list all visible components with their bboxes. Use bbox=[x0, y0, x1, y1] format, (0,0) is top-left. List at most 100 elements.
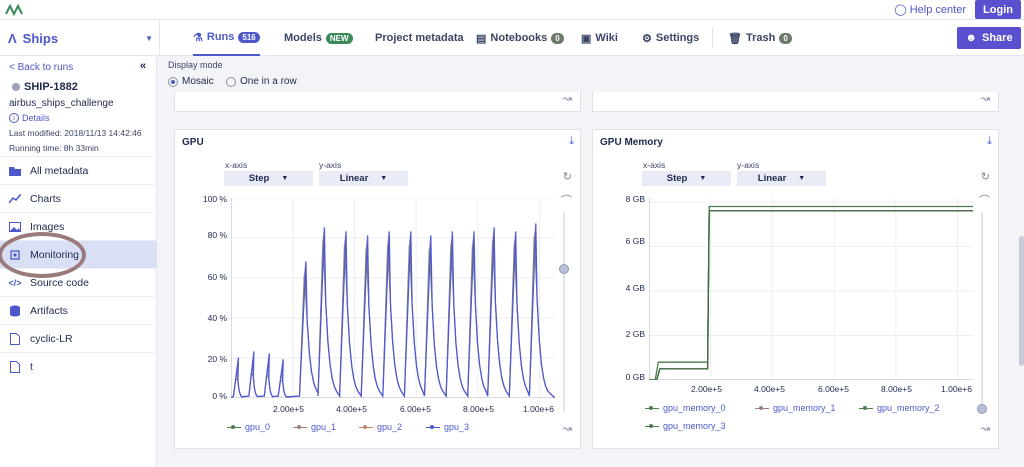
y-axis-value: Linear bbox=[757, 173, 787, 184]
sidebar-item-cyclic-lr[interactable]: cyclic-LR bbox=[0, 324, 157, 352]
y-axis-label: y-axis bbox=[319, 160, 342, 170]
x-tick: 2.00e+5 bbox=[691, 384, 722, 394]
sidebar-item-all-metadata[interactable]: All metadata bbox=[0, 156, 157, 184]
x-axis-value: Step bbox=[248, 173, 270, 184]
smoothing-slider-track[interactable] bbox=[981, 212, 983, 412]
legend-item-gpu-memory-1[interactable]: gpu_memory_1 bbox=[755, 403, 836, 413]
legend-item-gpu-2[interactable]: gpu_2 bbox=[359, 422, 402, 432]
x-tick: 6.00e+5 bbox=[818, 384, 849, 394]
gpu-chart-panel: GPU ⤓ x-axis y-axis Step ▼ Linear ▼ ↻ ⌒ ↝ … bbox=[174, 129, 581, 449]
legend-item-gpu-1[interactable]: gpu_1 bbox=[293, 422, 336, 432]
reset-zoom-icon[interactable]: ↻ bbox=[981, 170, 990, 183]
reset-zoom-icon[interactable]: ↻ bbox=[563, 170, 572, 183]
caret-down-icon: ▼ bbox=[798, 175, 806, 182]
gpu-memory-chart-panel: GPU Memory ⤓ x-axis y-axis Step ▼ Linear ▼… bbox=[592, 129, 999, 449]
sidebar-item-label: Source code bbox=[30, 276, 89, 289]
smoothing-slider-handle[interactable] bbox=[977, 404, 987, 414]
chart-zoom-icon[interactable]: ↝ bbox=[563, 422, 572, 435]
tab-settings[interactable]: ⚙ Settings bbox=[642, 20, 699, 56]
caret-down-icon: ▼ bbox=[380, 175, 388, 182]
tab-models[interactable]: Models NEW bbox=[284, 20, 353, 56]
tab-trash[interactable]: 🗑 Trash 0 bbox=[728, 20, 792, 56]
page-scrollbar[interactable] bbox=[1019, 236, 1024, 366]
tab-runs[interactable]: ⚗ Runs 516 bbox=[193, 20, 260, 56]
project-selector[interactable]: Λ Ships ▼ bbox=[0, 20, 160, 56]
gpu-memory-plot-area[interactable] bbox=[649, 198, 973, 380]
display-mode-mosaic[interactable]: Mosaic bbox=[168, 76, 214, 87]
tab-runs-label: Runs bbox=[206, 31, 235, 43]
tab-trash-label: Trash bbox=[745, 32, 776, 44]
sidebar-item-label: cyclic-LR bbox=[30, 332, 73, 345]
legend-item-gpu-0[interactable]: gpu_0 bbox=[227, 422, 270, 432]
legend-label: gpu_memory_3 bbox=[663, 421, 726, 431]
legend-item-gpu-memory-3[interactable]: gpu_memory_3 bbox=[645, 421, 726, 431]
series-line-gpu_3 bbox=[231, 223, 555, 398]
legend-item-gpu-memory-2[interactable]: gpu_memory_2 bbox=[859, 403, 940, 413]
run-id-label: SHIP-1882 bbox=[24, 81, 78, 93]
neptune-logo[interactable] bbox=[4, 2, 28, 18]
display-mode-one-in-a-row[interactable]: One in a row bbox=[226, 76, 297, 87]
legend-swatch bbox=[293, 424, 307, 429]
legend-swatch bbox=[859, 405, 873, 410]
smoothing-icon[interactable]: ⌒ bbox=[561, 192, 572, 208]
new-badge: NEW bbox=[325, 32, 353, 44]
chart-zoom-icon[interactable]: ↝ bbox=[563, 92, 572, 105]
x-tick: 2.00e+5 bbox=[273, 404, 304, 414]
y-tick: 0 % bbox=[212, 391, 227, 401]
series-line-gpu_2 bbox=[231, 227, 555, 398]
tab-models-label: Models bbox=[284, 32, 322, 44]
legend-label: gpu_memory_1 bbox=[773, 403, 836, 413]
tab-notebooks-label: Notebooks bbox=[490, 32, 548, 44]
y-axis-select[interactable]: Linear ▼ bbox=[737, 171, 826, 186]
download-icon[interactable]: ⤓ bbox=[569, 135, 574, 148]
series-line-gpu_memory_0 bbox=[649, 205, 973, 380]
download-icon[interactable]: ⤓ bbox=[987, 135, 992, 148]
x-tick: 4.00e+5 bbox=[336, 404, 367, 414]
login-button[interactable]: Login bbox=[975, 0, 1021, 19]
legend-item-gpu-3[interactable]: gpu_3 bbox=[426, 422, 469, 432]
collapse-sidebar-icon[interactable]: « bbox=[140, 60, 146, 72]
project-icon: Λ bbox=[8, 30, 17, 46]
notebook-icon: ▤ bbox=[476, 32, 487, 45]
gpu-plot-area[interactable] bbox=[231, 198, 555, 398]
smoothing-icon[interactable]: ⌒ bbox=[979, 192, 990, 208]
tab-notebooks[interactable]: ▤ Notebooks 0 bbox=[476, 20, 564, 56]
y-axis-value: Linear bbox=[339, 173, 369, 184]
trash-count-badge: 0 bbox=[779, 32, 792, 44]
chart-zoom-icon[interactable]: ↝ bbox=[981, 422, 990, 435]
nav-bar: Λ Ships ▼ ⚗ Runs 516 Models NEW Project … bbox=[0, 20, 1024, 56]
notebooks-count-badge: 0 bbox=[551, 32, 564, 44]
folder-icon bbox=[9, 165, 21, 177]
tab-project-metadata[interactable]: Project metadata bbox=[375, 20, 464, 56]
y-tick: 6 GB bbox=[625, 236, 645, 246]
help-center-link[interactable]: ◯ Help center bbox=[894, 3, 966, 16]
legend-swatch bbox=[645, 423, 659, 428]
x-tick: 1.00e+6 bbox=[941, 384, 972, 394]
x-axis-select[interactable]: Step ▼ bbox=[224, 171, 313, 186]
flask-icon: ⚗ bbox=[193, 31, 203, 44]
y-tick: 60 % bbox=[207, 272, 227, 282]
x-tick: 8.00e+5 bbox=[881, 384, 912, 394]
monitoring-highlight-annotation bbox=[0, 232, 86, 278]
y-axis-select[interactable]: Linear ▼ bbox=[319, 171, 408, 186]
sidebar-item-artifacts[interactable]: Artifacts bbox=[0, 296, 157, 324]
back-to-runs-link[interactable]: < Back to runs bbox=[9, 62, 73, 73]
last-modified: Last modified: 2018/11/13 14:42:46 bbox=[9, 128, 142, 138]
series-line-gpu_memory_1 bbox=[649, 210, 973, 380]
code-icon: </> bbox=[8, 277, 22, 288]
share-button[interactable]: ☻ Share bbox=[957, 27, 1021, 49]
x-axis-select[interactable]: Step ▼ bbox=[642, 171, 731, 186]
sidebar-item-charts[interactable]: Charts bbox=[0, 184, 157, 212]
smoothing-slider-track[interactable] bbox=[563, 212, 565, 412]
x-axis-label: x-axis bbox=[225, 160, 248, 170]
tab-wiki[interactable]: ▣ Wiki bbox=[581, 20, 618, 56]
legend-swatch bbox=[645, 405, 659, 410]
x-tick: 6.00e+5 bbox=[400, 404, 431, 414]
smoothing-slider-handle[interactable] bbox=[559, 264, 569, 274]
legend-item-gpu-memory-0[interactable]: gpu_memory_0 bbox=[645, 403, 726, 413]
sidebar-item-t[interactable]: t bbox=[0, 352, 157, 380]
legend-swatch bbox=[227, 424, 241, 429]
chart-zoom-icon[interactable]: ↝ bbox=[981, 92, 990, 105]
sidebar-item-label: Images bbox=[30, 220, 65, 233]
details-link[interactable]: i Details bbox=[9, 113, 50, 123]
